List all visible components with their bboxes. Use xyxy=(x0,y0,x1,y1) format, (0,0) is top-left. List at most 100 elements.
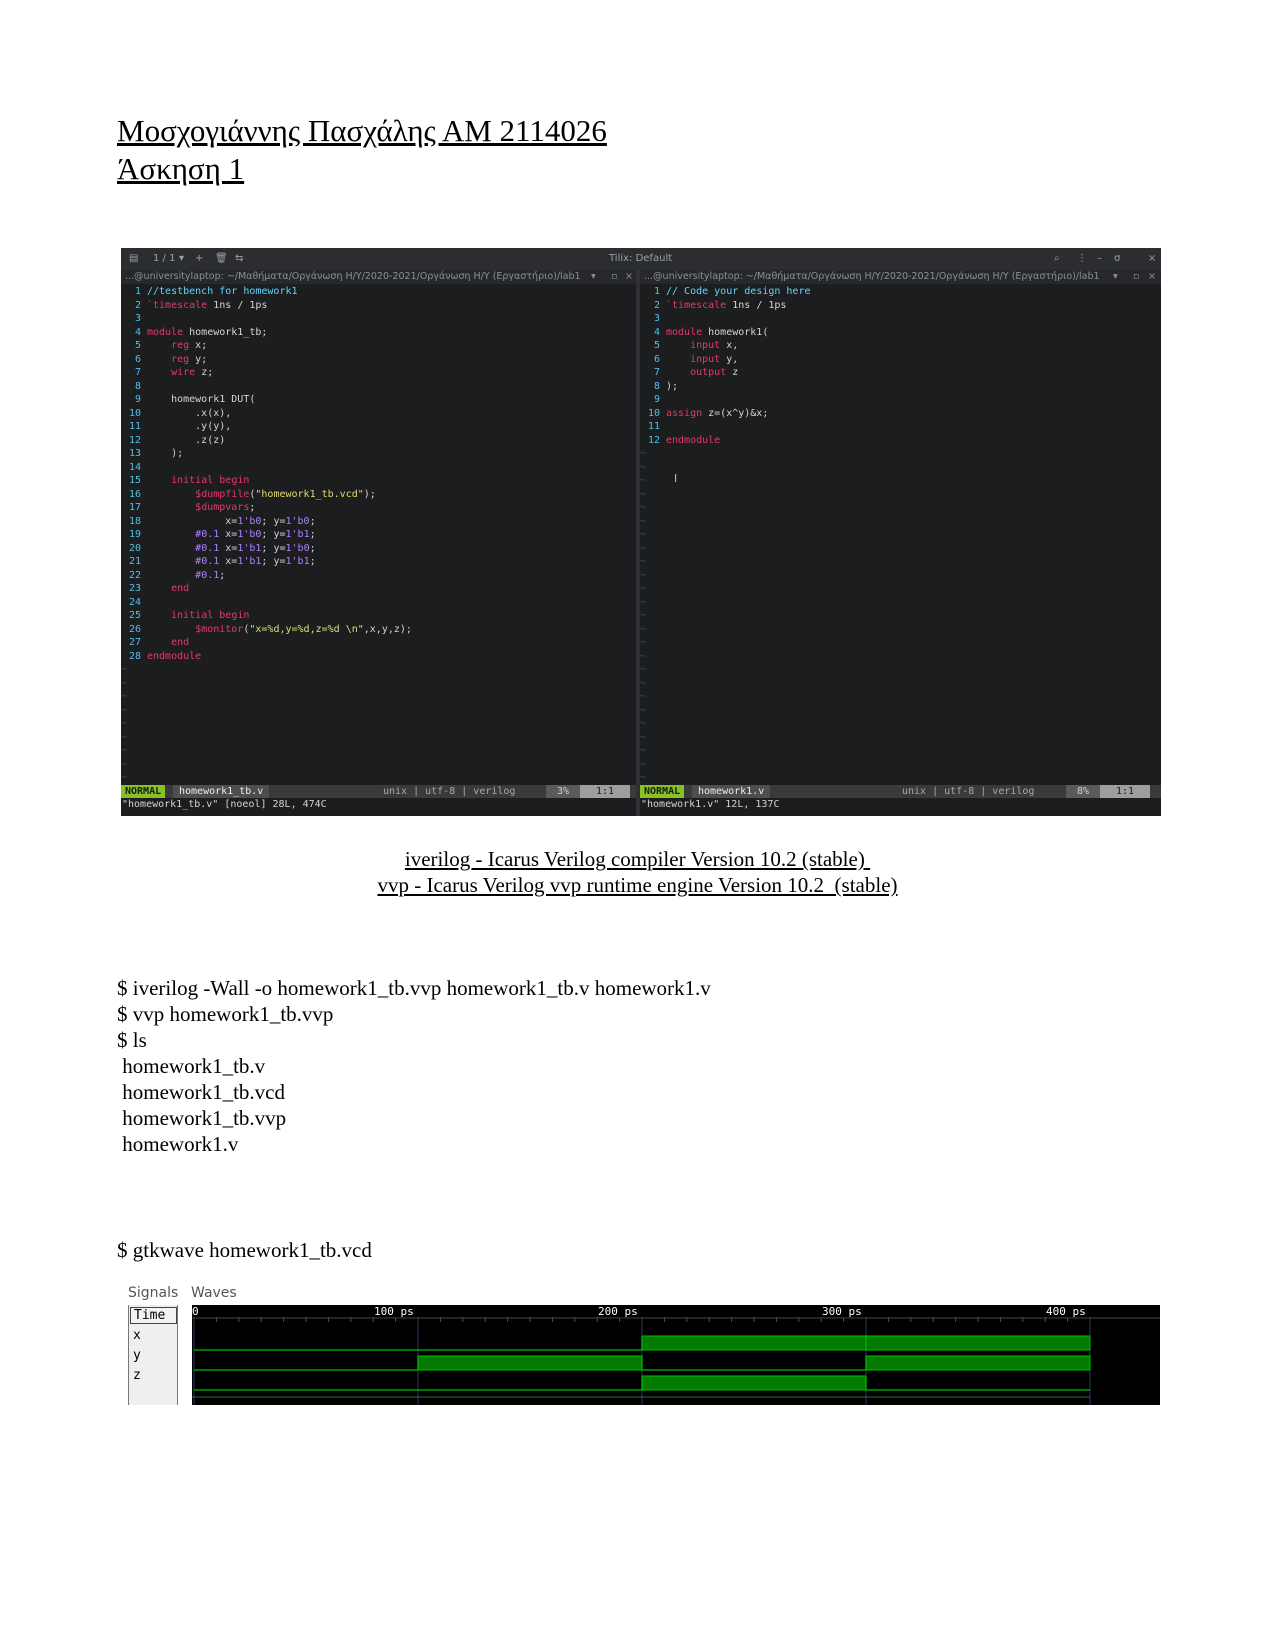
menu-icon[interactable]: ▤ xyxy=(129,253,138,264)
maximize-pane-icon[interactable]: ▫ xyxy=(611,271,617,282)
wave-high-segment xyxy=(417,1355,643,1371)
vim-mode: NORMAL xyxy=(640,785,685,798)
code-line: 3 xyxy=(653,313,660,324)
signal-y[interactable]: y xyxy=(133,1348,141,1363)
vvp-version-text: vvp - Icarus Verilog vvp runtime engine … xyxy=(377,873,898,897)
code-line: 18 x=1'b0; y=1'b0; xyxy=(128,515,316,527)
file-name: homework1_tb.v xyxy=(173,785,270,798)
code-line: 9 homework1 DUT( xyxy=(134,394,256,405)
code-line: 14 xyxy=(128,461,141,473)
right-terminal-pane[interactable]: ...@universitylaptop: ~/Μαθήματα/Οργάνωσ… xyxy=(640,270,1161,816)
code-line: 1// Code your design here xyxy=(653,286,811,297)
add-icon[interactable]: + xyxy=(195,253,203,264)
search-icon[interactable]: ⌕ xyxy=(1054,253,1060,264)
iverilog-version-text: iverilog - Icarus Verilog compiler Versi… xyxy=(404,847,871,871)
empty-line-marker: ~ xyxy=(640,664,647,675)
empty-line-marker: ~ xyxy=(640,515,647,527)
code-line: 7 wire z; xyxy=(134,367,214,378)
wave-high-segment xyxy=(641,1375,867,1391)
empty-line-marker: ~ xyxy=(640,745,647,756)
waves-panel[interactable]: 0 100 ps 200 ps 300 ps 400 ps xyxy=(192,1305,1160,1405)
time-tick-label: 100 ps xyxy=(374,1305,414,1318)
code-line: 6 input y, xyxy=(653,353,739,365)
gtkwave-view: Signals Waves Time x y z 0 100 ps 200 ps 30… xyxy=(124,1285,1160,1405)
code-line: 4 module homework1_tb; xyxy=(134,326,268,338)
file-listing: homework1_tb.vcd xyxy=(117,1080,285,1104)
empty-line-marker: ~ xyxy=(640,677,647,689)
empty-line-marker: ~ xyxy=(640,623,647,635)
chevron-down-icon[interactable]: ▾ xyxy=(591,271,596,282)
code-line: 27 end xyxy=(128,637,190,648)
window-title: Tilix: Default xyxy=(609,253,673,264)
code-line: 10 assign z=(x^y)&x; xyxy=(647,407,769,419)
empty-line-marker: ~ xyxy=(640,502,647,513)
time-tick-label: 0 xyxy=(192,1305,199,1318)
left-pane-header: ...@universitylaptop: ~/Μαθήματα/Οργάνωσ… xyxy=(121,270,636,284)
signal-x[interactable]: x xyxy=(133,1328,141,1343)
code-line: 22 #0.1; xyxy=(128,569,226,581)
waveform-canvas[interactable]: 0 100 ps 200 ps 300 ps 400 ps xyxy=(192,1305,1160,1405)
cursor-position: 1:1 xyxy=(1100,785,1150,798)
code-line: 20 #0.1 x=1'b1; y=1'b0; xyxy=(128,542,316,554)
vvp-version: vvp - Icarus Verilog vvp runtime engine … xyxy=(0,872,1275,898)
empty-line-marker: ~ xyxy=(640,637,647,648)
cursor-position: 1:1 xyxy=(580,785,630,798)
session-counter[interactable]: 1 / 1 xyxy=(153,253,175,264)
close-pane-icon[interactable]: × xyxy=(1148,271,1156,282)
right-pane-header: ...@universitylaptop: ~/Μαθήματα/Οργάνωσ… xyxy=(640,270,1161,284)
empty-line-marker: ~ xyxy=(121,691,128,702)
empty-line-marker: ~ xyxy=(640,610,647,621)
code-line: 3 xyxy=(134,313,141,324)
maximize-pane-icon[interactable]: ▫ xyxy=(1133,271,1139,282)
iverilog-version: iverilog - Icarus Verilog compiler Versi… xyxy=(0,846,1275,872)
file-listing: homework1_tb.vvp xyxy=(117,1106,287,1130)
trash-icon[interactable]: 🗑 xyxy=(215,253,228,264)
right-statusline: NORMAL homework1.v unix | utf-8 | verilo… xyxy=(640,785,1161,798)
maximize-icon[interactable]: σ xyxy=(1114,253,1120,264)
code-line: 23 end xyxy=(128,583,190,594)
empty-line-marker: ~ xyxy=(640,556,647,567)
sync-input-icon[interactable]: ⇆ xyxy=(235,253,243,264)
chevron-down-icon[interactable]: ▾ xyxy=(179,253,184,264)
empty-line-marker: ~ xyxy=(640,731,647,743)
left-code-editor[interactable]: 1//testbench for homework1 2 `timescale 1n… xyxy=(121,285,636,785)
time-tick-label: 400 ps xyxy=(1046,1305,1086,1318)
left-terminal-pane[interactable]: ...@universitylaptop: ~/Μαθήματα/Οργάνωσ… xyxy=(121,270,636,816)
chevron-down-icon[interactable]: ▾ xyxy=(1113,271,1118,282)
code-line: 11 xyxy=(647,421,660,432)
empty-line-marker: ~ xyxy=(121,704,128,716)
minimize-icon[interactable]: – xyxy=(1097,253,1102,264)
file-percent: 3% xyxy=(546,785,580,798)
code-line: 4 module homework1( xyxy=(653,326,769,338)
code-line: 21 #0.1 x=1'b1; y=1'b1; xyxy=(128,556,316,567)
signal-z[interactable]: z xyxy=(133,1368,141,1383)
code-line: 28 endmodule xyxy=(128,650,202,662)
empty-line-marker: ~ xyxy=(640,542,647,554)
empty-line-marker: ~ xyxy=(640,758,647,770)
author-title: Μοσχογιάννης Πασχάλης ΑΜ 2114026 xyxy=(117,113,607,148)
empty-line-marker: ~ xyxy=(121,677,128,689)
code-line: 9 xyxy=(653,394,660,405)
wave-high-segment xyxy=(865,1355,1091,1371)
more-icon[interactable]: ⋮ xyxy=(1077,253,1087,264)
signals-panel[interactable]: Time x y z xyxy=(128,1305,178,1405)
time-header: Time xyxy=(130,1307,177,1324)
ls-command: $ ls xyxy=(117,1028,147,1052)
code-line: 2 `timescale 1ns / 1ps xyxy=(653,299,787,311)
empty-line-marker: ~ xyxy=(121,758,128,770)
empty-line-marker: ~ xyxy=(640,650,647,662)
empty-line-marker: ~ xyxy=(640,596,647,608)
right-code-editor[interactable]: 1// Code your design here 2 `timescale 1ns… xyxy=(640,285,1161,785)
code-line: 15 initial begin xyxy=(128,475,250,486)
code-line: 24 xyxy=(128,596,141,608)
right-message: "homework1.v" 12L, 137C xyxy=(641,799,780,810)
close-icon[interactable]: × xyxy=(1148,253,1156,264)
time-tick-label: 200 ps xyxy=(598,1305,638,1318)
empty-line-marker: ~ xyxy=(640,704,647,716)
code-line: 8); xyxy=(653,380,679,392)
code-line: 19 #0.1 x=1'b0; y=1'b1; xyxy=(128,529,316,540)
file-listing: homework1.v xyxy=(117,1132,239,1156)
code-line: 5 reg x; xyxy=(134,340,208,351)
left-message: "homework1_tb.v" [noeol] 28L, 474C xyxy=(122,799,327,810)
close-pane-icon[interactable]: × xyxy=(625,271,633,282)
